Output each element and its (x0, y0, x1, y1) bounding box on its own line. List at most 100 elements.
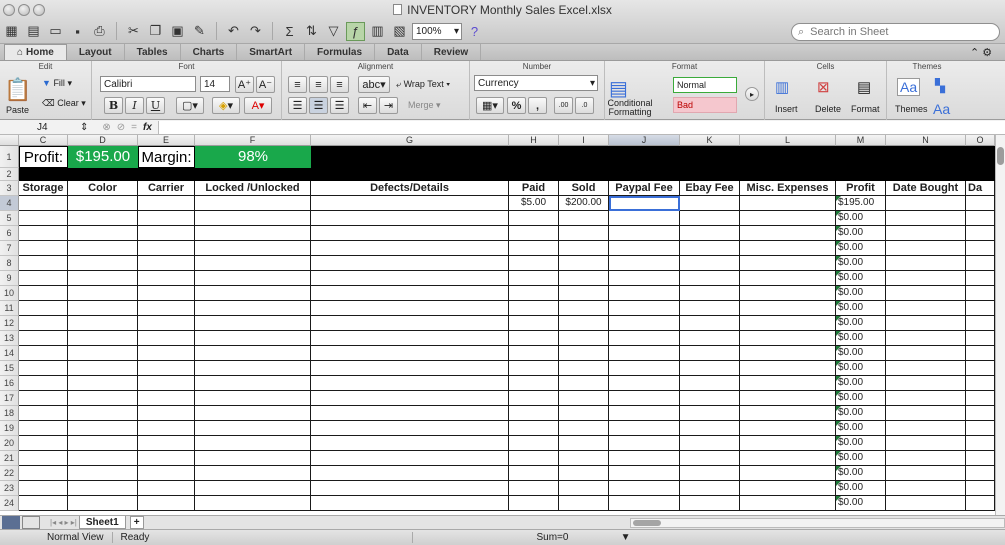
cell[interactable] (19, 271, 68, 286)
active-cell-j4[interactable] (609, 196, 680, 211)
cell[interactable] (68, 346, 138, 361)
cell[interactable] (886, 301, 966, 316)
page-layout-view-icon[interactable] (22, 516, 40, 529)
cell[interactable] (609, 361, 680, 376)
column-title-cell[interactable]: Da (966, 181, 995, 196)
profit-cell[interactable]: $0.00 (836, 376, 886, 391)
format-cells-button[interactable]: Format (851, 104, 880, 114)
profit-cell[interactable]: $0.00 (836, 391, 886, 406)
cell[interactable] (311, 241, 509, 256)
cell[interactable] (559, 451, 609, 466)
cell[interactable] (680, 376, 740, 391)
column-header-k[interactable]: K (680, 135, 740, 146)
cell[interactable] (966, 256, 995, 271)
cell[interactable] (311, 406, 509, 421)
cell[interactable] (609, 496, 680, 511)
column-header-j[interactable]: J (609, 135, 680, 146)
black-header-cell[interactable] (509, 146, 559, 168)
cell[interactable] (886, 481, 966, 496)
black-header-cell[interactable] (836, 146, 886, 168)
cell[interactable] (311, 496, 509, 511)
cell[interactable] (311, 481, 509, 496)
cell[interactable] (680, 481, 740, 496)
cell[interactable] (509, 256, 559, 271)
cell[interactable] (680, 316, 740, 331)
black-header-cell[interactable] (559, 168, 609, 181)
tab-charts[interactable]: Charts (181, 44, 238, 60)
cell[interactable] (966, 301, 995, 316)
cell[interactable] (886, 241, 966, 256)
column-header-c[interactable]: C (19, 135, 68, 146)
search-input[interactable]: ⌕ Search in Sheet (791, 23, 1000, 41)
cell[interactable] (19, 376, 68, 391)
collapse-ribbon-icon[interactable]: ⌃ ⚙ (970, 46, 992, 59)
delete-button[interactable]: Delete (815, 104, 841, 114)
cell[interactable] (19, 436, 68, 451)
cell[interactable] (19, 481, 68, 496)
profit-cell[interactable]: $0.00 (836, 466, 886, 481)
cell[interactable] (19, 301, 68, 316)
cell[interactable] (509, 286, 559, 301)
cell[interactable] (68, 301, 138, 316)
margin-value-cell[interactable]: 98% (195, 146, 311, 168)
cell[interactable] (509, 436, 559, 451)
clear-button[interactable]: ⌫ Clear ▾ (42, 98, 86, 109)
cell[interactable] (559, 226, 609, 241)
cell[interactable] (195, 196, 311, 211)
cell[interactable] (138, 241, 195, 256)
cell[interactable] (138, 346, 195, 361)
cell[interactable] (195, 331, 311, 346)
sheet-tab-sheet1[interactable]: Sheet1 (78, 516, 126, 529)
cell[interactable] (886, 451, 966, 466)
cell[interactable] (886, 271, 966, 286)
cell[interactable] (886, 346, 966, 361)
cell[interactable] (966, 406, 995, 421)
horizontal-scroll-thumb[interactable] (633, 519, 661, 526)
italic-button[interactable]: I (125, 97, 144, 114)
cell[interactable] (138, 271, 195, 286)
margin-label-cell[interactable]: Margin: (138, 146, 195, 168)
percent-button[interactable]: % (507, 97, 526, 114)
column-title-cell[interactable]: Misc. Expenses (740, 181, 836, 196)
cell[interactable] (609, 301, 680, 316)
vertical-scroll-thumb[interactable] (997, 147, 1004, 165)
row-header-22[interactable]: 22 (0, 466, 19, 481)
cell[interactable] (138, 406, 195, 421)
cell[interactable] (195, 286, 311, 301)
cell[interactable] (311, 466, 509, 481)
underline-button[interactable]: U (146, 97, 165, 114)
column-title-cell[interactable]: Defects/Details (311, 181, 509, 196)
styles-more-button[interactable]: ▸ (745, 87, 759, 101)
cell[interactable] (740, 316, 836, 331)
cell[interactable] (966, 391, 995, 406)
column-title-cell[interactable]: Date Bought (886, 181, 966, 196)
formula-builder-icon[interactable]: ƒ (346, 21, 365, 41)
bold-button[interactable]: B (104, 97, 123, 114)
cell[interactable] (68, 376, 138, 391)
cell[interactable] (509, 316, 559, 331)
copy-icon[interactable]: ❐ (146, 22, 165, 41)
cell[interactable] (680, 256, 740, 271)
cell[interactable] (68, 466, 138, 481)
cell[interactable] (195, 346, 311, 361)
row-header-12[interactable]: 12 (0, 316, 19, 331)
black-header-cell[interactable] (311, 168, 509, 181)
cell[interactable] (311, 436, 509, 451)
name-box-stepper-icon[interactable]: ⇕ (80, 122, 88, 133)
function-icon[interactable]: fx (143, 122, 152, 133)
cell[interactable] (311, 421, 509, 436)
cell[interactable] (311, 331, 509, 346)
cell[interactable] (966, 481, 995, 496)
profit-cell[interactable]: $0.00 (836, 496, 886, 511)
cancel-formula-icon[interactable]: ⊗ (102, 122, 110, 133)
cell[interactable] (740, 361, 836, 376)
help-icon[interactable]: ? (465, 22, 484, 41)
black-header-cell[interactable] (559, 146, 609, 168)
row-header-14[interactable]: 14 (0, 346, 19, 361)
cell[interactable] (138, 361, 195, 376)
spreadsheet-grid[interactable]: CDEFGHIJKLMNO 1 Profit: $195.00 Margin: 98% 2… (0, 135, 995, 517)
format-painter-icon[interactable]: ✎ (190, 22, 209, 41)
column-title-cell[interactable]: Locked /Unlocked (195, 181, 311, 196)
cell[interactable] (311, 361, 509, 376)
cell[interactable] (740, 391, 836, 406)
